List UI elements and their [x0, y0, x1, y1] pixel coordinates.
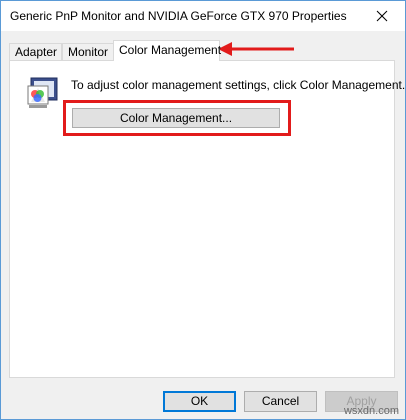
red-arrow-icon	[218, 42, 294, 56]
close-button[interactable]	[359, 1, 405, 31]
color-management-panel: To adjust color management settings, cli…	[9, 60, 405, 378]
properties-window: Generic PnP Monitor and NVIDIA GeForce G…	[0, 0, 406, 420]
tab-monitor[interactable]: Monitor	[62, 43, 114, 60]
close-icon	[376, 10, 388, 22]
watermark: wsxdn.com	[343, 405, 399, 417]
tab-adapter[interactable]: Adapter	[9, 43, 62, 60]
info-text: To adjust color management settings, cli…	[71, 78, 406, 92]
color-management-button[interactable]: Color Management...	[72, 108, 280, 128]
annotation-highlight-box: Color Management...	[63, 100, 291, 136]
cancel-button[interactable]: Cancel	[244, 391, 317, 412]
color-monitor-icon	[27, 77, 58, 108]
window-title: Generic PnP Monitor and NVIDIA GeForce G…	[10, 9, 347, 23]
tab-color-management[interactable]: Color Management	[113, 40, 221, 61]
ok-button[interactable]: OK	[163, 391, 236, 412]
title-bar: Generic PnP Monitor and NVIDIA GeForce G…	[1, 1, 405, 31]
